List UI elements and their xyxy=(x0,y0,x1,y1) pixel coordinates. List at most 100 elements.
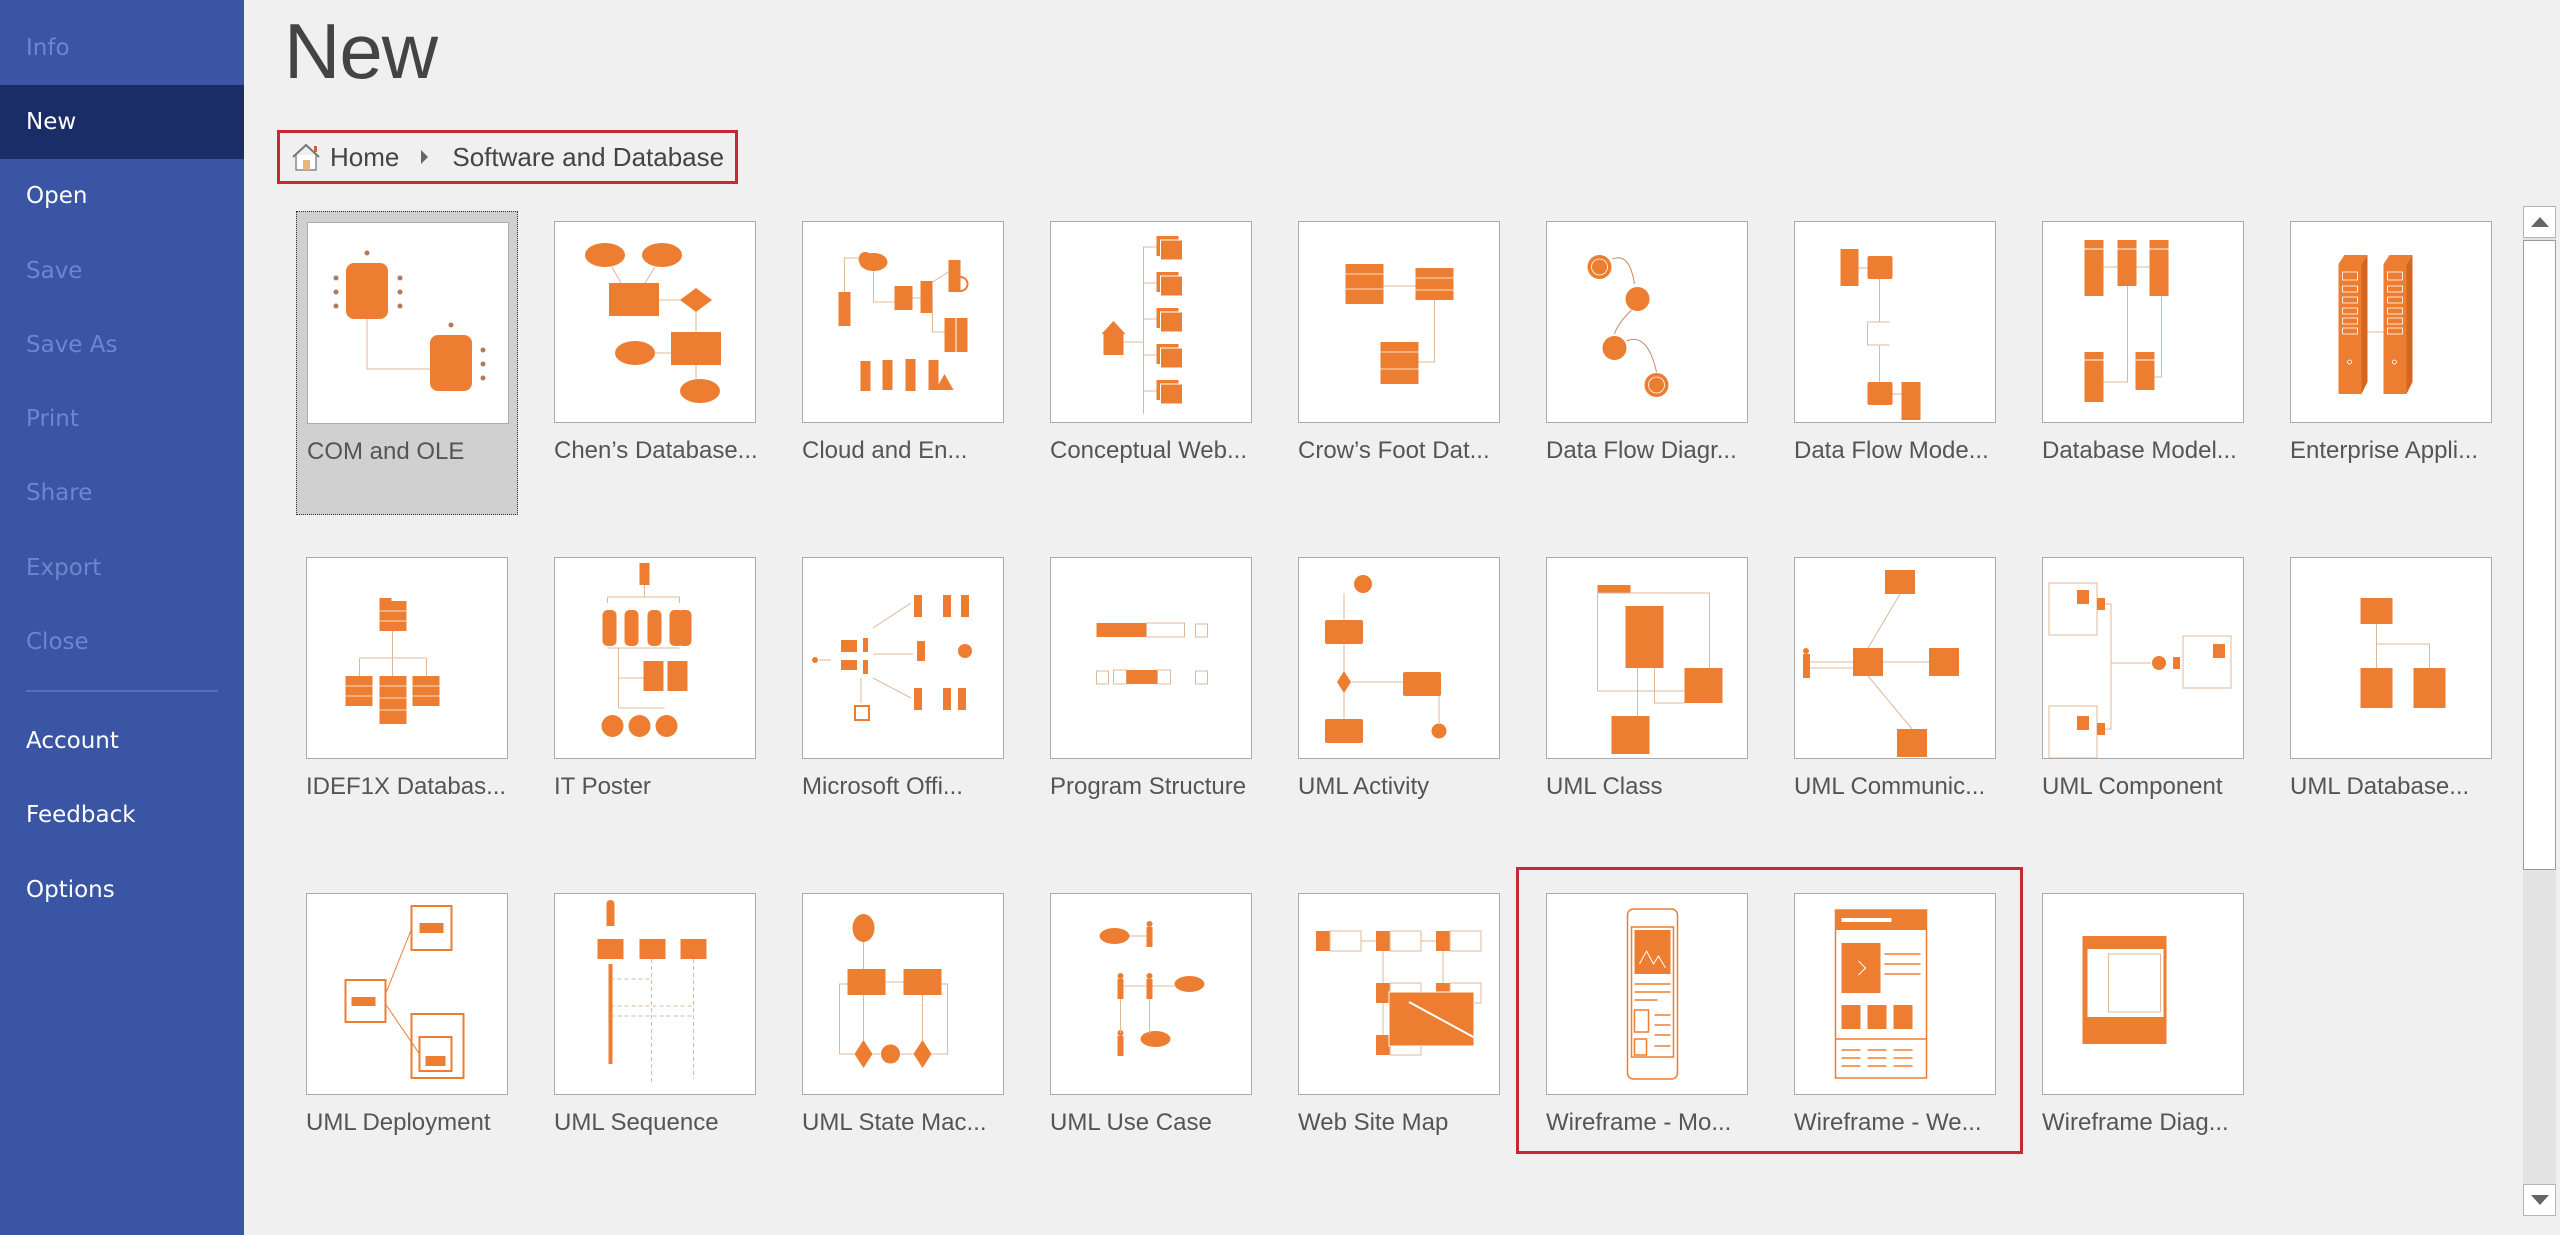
scrollbar-thumb[interactable] xyxy=(2523,240,2556,870)
template-label: UML Deployment xyxy=(306,1109,491,1136)
template-thumbnail xyxy=(1298,893,1500,1095)
template-tile[interactable]: Chen’s Database... xyxy=(544,211,766,515)
template-thumbnail xyxy=(2290,557,2492,759)
template-tile[interactable]: Wireframe - Mo... xyxy=(1536,883,1758,1187)
scroll-up-button[interactable] xyxy=(2523,206,2556,238)
sidebar-item-save-as[interactable]: Save As xyxy=(0,308,244,382)
template-label: Database Model... xyxy=(2042,437,2237,464)
template-thumbnail xyxy=(1050,893,1252,1095)
template-thumbnail xyxy=(1794,893,1996,1095)
template-tile[interactable]: UML Component xyxy=(2032,547,2254,851)
template-label: Data Flow Diagr... xyxy=(1546,437,1737,464)
scroll-up-arrow-icon xyxy=(2530,217,2549,227)
breadcrumb: Home Software and Database xyxy=(277,130,738,184)
template-label: Cloud and En... xyxy=(802,437,968,464)
sidebar-item-print[interactable]: Print xyxy=(0,382,244,456)
template-tile[interactable]: IDEF1X Databas... xyxy=(296,547,518,851)
template-thumbnail xyxy=(1794,557,1996,759)
template-label: Conceptual Web... xyxy=(1050,437,1248,464)
template-label: UML Communic... xyxy=(1794,773,1986,800)
template-tile[interactable]: Microsoft Offi... xyxy=(792,547,1014,851)
template-label: Chen’s Database... xyxy=(554,437,758,464)
template-thumbnail xyxy=(1546,893,1748,1095)
sidebar-item-account[interactable]: Account xyxy=(0,704,244,778)
template-tile[interactable]: Web Site Map xyxy=(1288,883,1510,1187)
scroll-down-arrow-icon xyxy=(2530,1195,2549,1205)
template-tile[interactable]: Cloud and En... xyxy=(792,211,1014,515)
template-thumbnail xyxy=(802,557,1004,759)
chevron-right-icon xyxy=(421,150,429,164)
vertical-scrollbar[interactable] xyxy=(2523,206,2556,1216)
template-tile[interactable]: COM and OLE xyxy=(296,211,518,515)
template-tile[interactable]: Database Model... xyxy=(2032,211,2254,515)
template-tile[interactable]: UML Communic... xyxy=(1784,547,2006,851)
sidebar-item-new[interactable]: New xyxy=(0,85,244,159)
template-thumbnail xyxy=(2042,557,2244,759)
sidebar-item-save[interactable]: Save xyxy=(0,234,244,308)
template-label: UML Class xyxy=(1546,773,1663,800)
page-title: New xyxy=(284,7,438,95)
template-label: IT Poster xyxy=(554,773,651,800)
template-thumbnail xyxy=(1546,557,1748,759)
template-thumbnail xyxy=(1298,557,1500,759)
template-thumbnail xyxy=(1794,221,1996,423)
template-thumbnail xyxy=(307,222,509,424)
template-label: Web Site Map xyxy=(1298,1109,1449,1136)
template-thumbnail xyxy=(554,893,756,1095)
template-label: UML Sequence xyxy=(554,1109,719,1136)
template-thumbnail xyxy=(1050,557,1252,759)
home-icon[interactable] xyxy=(290,142,322,172)
template-thumbnail xyxy=(554,557,756,759)
sidebar-item-share[interactable]: Share xyxy=(0,456,244,530)
sidebar-item-close[interactable]: Close xyxy=(0,605,244,679)
sidebar-divider xyxy=(26,690,218,692)
template-label: Microsoft Offi... xyxy=(802,773,963,800)
template-thumbnail xyxy=(802,221,1004,423)
template-tile[interactable]: Conceptual Web... xyxy=(1040,211,1262,515)
template-label: UML Activity xyxy=(1298,773,1430,800)
template-thumbnail xyxy=(1298,221,1500,423)
template-thumbnail xyxy=(1050,221,1252,423)
template-label: COM and OLE xyxy=(307,438,465,465)
template-label: UML Use Case xyxy=(1050,1109,1212,1136)
template-label: Wireframe - Mo... xyxy=(1546,1109,1732,1136)
sidebar-item-feedback[interactable]: Feedback xyxy=(0,778,244,852)
template-label: UML State Mac... xyxy=(802,1109,987,1136)
sidebar-item-options[interactable]: Options xyxy=(0,853,244,927)
template-label: Program Structure xyxy=(1050,773,1247,800)
template-tile[interactable]: Data Flow Diagr... xyxy=(1536,211,1758,515)
template-tile[interactable]: UML Class xyxy=(1536,547,1758,851)
template-thumbnail xyxy=(802,893,1004,1095)
template-thumbnail xyxy=(2042,221,2244,423)
template-thumbnail xyxy=(2290,221,2492,423)
template-thumbnail xyxy=(554,221,756,423)
template-tile[interactable]: UML Deployment xyxy=(296,883,518,1187)
scroll-down-button[interactable] xyxy=(2523,1184,2556,1216)
template-tile[interactable]: Wireframe Diag... xyxy=(2032,883,2254,1187)
template-label: Data Flow Mode... xyxy=(1794,437,1989,464)
template-label: Wireframe Diag... xyxy=(2042,1109,2229,1136)
sidebar-item-info[interactable]: Info xyxy=(0,11,244,85)
template-thumbnail xyxy=(2042,893,2244,1095)
template-tile[interactable]: Crow’s Foot Dat... xyxy=(1288,211,1510,515)
breadcrumb-home[interactable]: Home xyxy=(330,142,399,173)
template-tile[interactable]: UML Activity xyxy=(1288,547,1510,851)
template-tile[interactable]: Program Structure xyxy=(1040,547,1262,851)
template-thumbnail xyxy=(1546,221,1748,423)
template-thumbnail xyxy=(306,893,508,1095)
template-tile[interactable]: Data Flow Mode... xyxy=(1784,211,2006,515)
template-tile[interactable]: Wireframe - We... xyxy=(1784,883,2006,1187)
template-tile[interactable]: UML State Mac... xyxy=(792,883,1014,1187)
sidebar-item-open[interactable]: Open xyxy=(0,159,244,233)
template-tile[interactable]: IT Poster xyxy=(544,547,766,851)
template-label: IDEF1X Databas... xyxy=(306,773,507,800)
template-label: Enterprise Appli... xyxy=(2290,437,2479,464)
backstage-sidebar: Info New Open Save Save As Print Share E… xyxy=(0,0,244,1235)
template-label: Wireframe - We... xyxy=(1794,1109,1982,1136)
template-tile[interactable]: Enterprise Appli... xyxy=(2280,211,2502,515)
sidebar-item-export[interactable]: Export xyxy=(0,531,244,605)
template-tile[interactable]: UML Use Case xyxy=(1040,883,1262,1187)
template-label: UML Component xyxy=(2042,773,2223,800)
template-tile[interactable]: UML Database... xyxy=(2280,547,2502,851)
template-tile[interactable]: UML Sequence xyxy=(544,883,766,1187)
